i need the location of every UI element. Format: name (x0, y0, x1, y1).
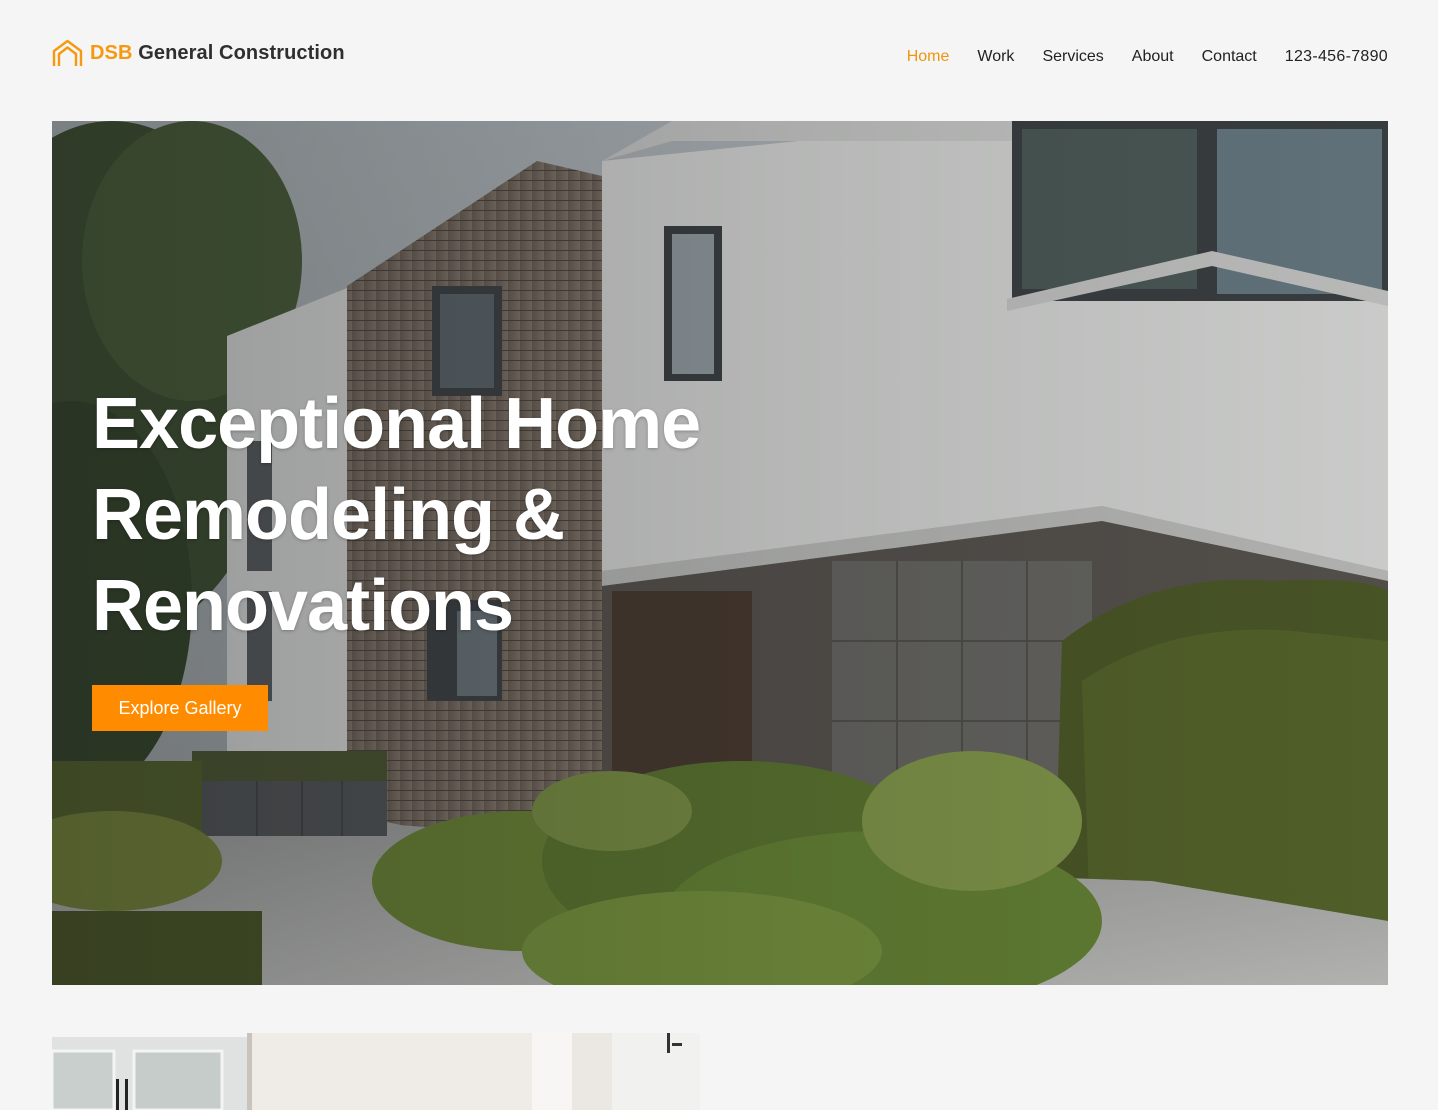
nav-services[interactable]: Services (1042, 48, 1103, 66)
phone-number[interactable]: 123-456-7890 (1285, 48, 1388, 66)
explore-gallery-button[interactable]: Explore Gallery (92, 685, 268, 731)
main-nav: Home Work Services About Contact 123-456… (907, 46, 1388, 68)
brand-logo[interactable]: DSB General Construction (52, 38, 345, 68)
site-header: DSB General Construction Home Work Servi… (52, 0, 1388, 112)
nav-contact[interactable]: Contact (1202, 48, 1257, 66)
gallery-preview-image[interactable] (52, 1033, 700, 1110)
kitchen-image (52, 1033, 700, 1110)
hero-section: Exceptional Home Remodeling & Renovation… (52, 121, 1388, 985)
nav-home[interactable]: Home (907, 48, 950, 66)
hero-title: Exceptional Home Remodeling & Renovation… (92, 384, 701, 646)
house-outline-icon (52, 39, 83, 66)
brand-rest: General Construction (138, 41, 345, 64)
nav-about[interactable]: About (1132, 48, 1174, 66)
brand-name: DSB General Construction (90, 42, 345, 65)
nav-work[interactable]: Work (977, 48, 1014, 66)
brand-accent: DSB (90, 41, 133, 64)
